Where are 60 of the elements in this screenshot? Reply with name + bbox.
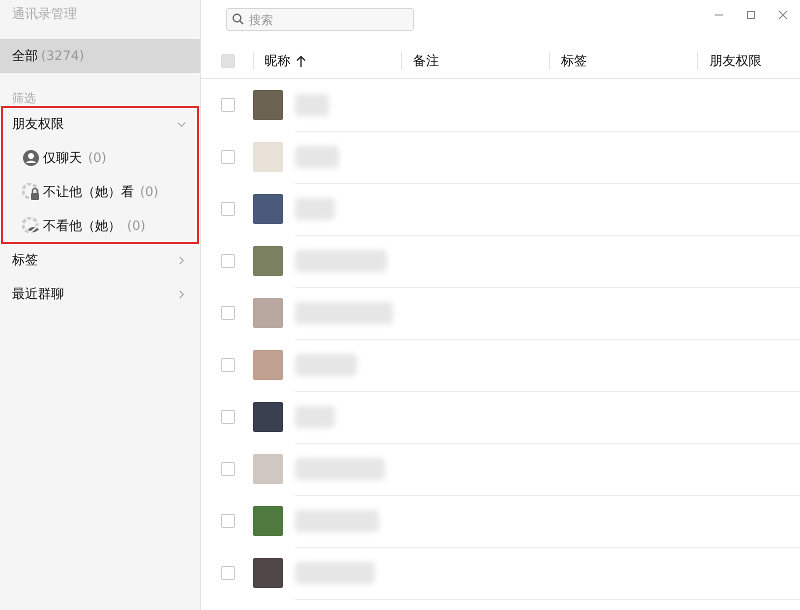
row-checkbox[interactable] [221,306,235,320]
filter-group[interactable]: 标签 [0,243,200,277]
sort-up-icon [296,54,306,68]
blurred-name [295,94,329,116]
person-icon [22,149,40,167]
filter-group[interactable]: 最近群聊 [0,277,200,311]
permission-count: (0) [88,150,106,166]
column-header[interactable]: 昵称 [264,52,306,70]
avatar-photo-placeholder [253,90,283,120]
avatar-photo-placeholder [253,246,283,276]
row-checkbox[interactable] [221,410,235,424]
blurred-name [295,198,335,220]
permission-label: 不看他（她） [43,218,121,235]
permission-count: (0) [127,218,146,234]
avatar-photo-placeholder [253,454,283,484]
lock-icon [22,183,40,201]
row-checkbox[interactable] [221,150,235,164]
maximize-icon[interactable] [746,10,756,20]
group-label: 最近群聊 [12,286,64,303]
window-title: 通讯录管理 [11,6,78,24]
avatar-photo-placeholder [253,350,283,380]
filter-heading: 筛选 [11,90,37,107]
group-label: 标签 [12,252,38,269]
avatar-photo-placeholder [253,558,283,588]
row-checkbox[interactable] [221,202,235,216]
search-icon [232,13,244,25]
blurred-name [295,146,339,168]
close-icon[interactable] [778,10,788,20]
chevron-icon [177,256,186,264]
hidden-eye-icon [22,217,40,235]
permission-count: (0) [140,184,158,200]
permission-item[interactable]: 仅聊天 (0) [2,141,198,175]
avatar-photo-placeholder [253,142,283,172]
column-header[interactable]: 朋友权限 [709,52,762,70]
contact-count: (3274) [41,48,84,64]
row-checkbox[interactable] [221,254,235,268]
filter-group[interactable]: 朋友权限 [2,107,198,141]
row-checkbox[interactable] [221,566,235,580]
blurred-name [295,354,357,376]
avatar-photo-placeholder [253,506,283,536]
row-checkbox[interactable] [221,462,235,476]
avatar-photo-placeholder [253,194,283,224]
column-header[interactable]: 备注 [412,52,439,70]
all-contacts-item[interactable]: 全部 (3274) [0,39,200,73]
column-header[interactable]: 标签 [561,52,588,70]
permission-label: 不让他（她）看 [43,184,134,201]
row-checkbox[interactable] [221,98,235,112]
chevron-icon [177,290,186,298]
row-checkbox[interactable] [221,358,235,372]
permission-item[interactable]: 不让他（她）看 (0) [2,175,198,209]
blurred-name [295,406,335,428]
select-all-checkbox[interactable] [220,54,235,68]
avatar-photo-placeholder [253,298,283,328]
chevron-icon [177,120,186,128]
permission-label: 仅聊天 [43,150,82,167]
search-field[interactable]: 搜索 [226,8,414,31]
row-checkbox[interactable] [221,514,235,528]
permission-item[interactable]: 不看他（她） (0) [2,209,198,243]
group-label: 朋友权限 [12,116,64,133]
avatar-photo-placeholder [253,402,283,432]
